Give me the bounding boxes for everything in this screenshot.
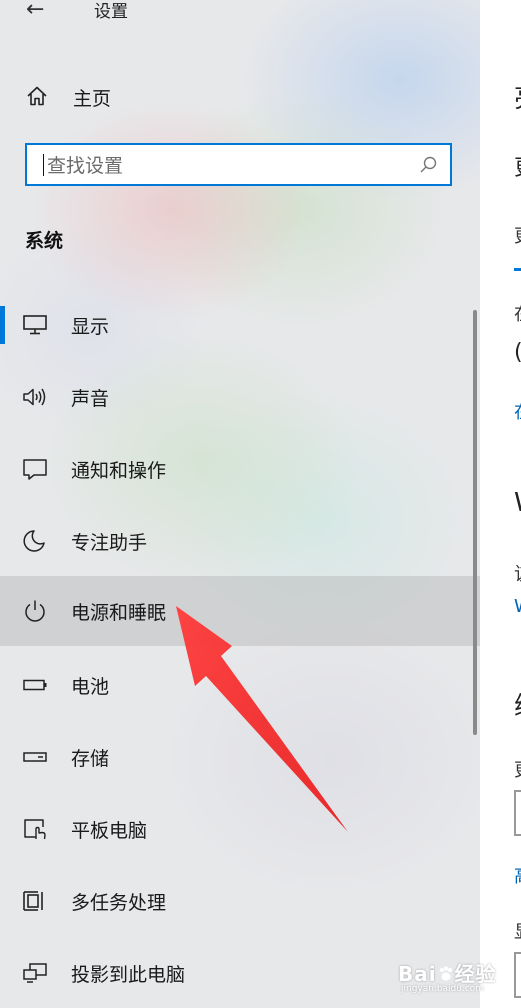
watermark-site: jingyan.baidu.com bbox=[401, 984, 485, 994]
baidu-watermark: Bai 经验 jingyan.baidu.com bbox=[398, 958, 497, 994]
paw-icon bbox=[439, 966, 452, 981]
annotation-arrow bbox=[176, 606, 348, 832]
watermark-brand-suffix: 经验 bbox=[454, 962, 497, 986]
watermark-brand: Bai bbox=[398, 962, 437, 986]
